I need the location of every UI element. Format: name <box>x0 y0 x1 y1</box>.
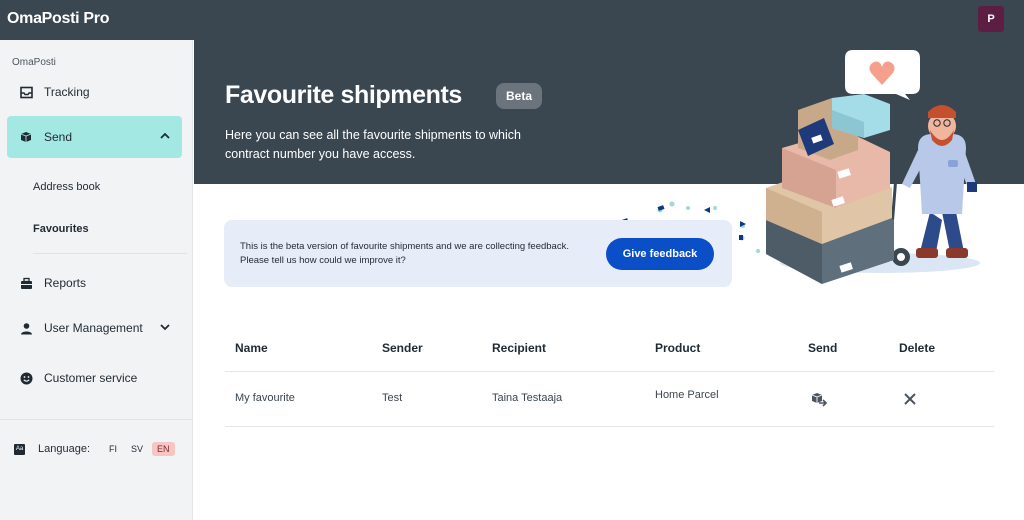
parcel-icon <box>19 130 33 144</box>
page-title: Favourite shipments <box>225 81 462 109</box>
feedback-banner: This is the beta version of favourite sh… <box>224 220 732 287</box>
sidebar-subitem-address-book[interactable]: Address book <box>33 181 100 193</box>
beta-badge: Beta <box>496 83 543 109</box>
feedback-message: This is the beta version of favourite sh… <box>240 241 569 266</box>
sidebar-divider <box>0 419 193 420</box>
send-shipment-icon[interactable] <box>810 390 828 408</box>
sidebar: OmaPosti Tracking Send Address book Favo… <box>0 40 193 520</box>
favourites-table: Name Sender Recipient Product Send Delet… <box>225 333 994 427</box>
user-avatar[interactable]: P <box>978 6 1004 32</box>
cell-name: My favourite <box>235 392 295 404</box>
page-description: Here you can see all the favourite shipm… <box>225 128 521 161</box>
column-header-recipient: Recipient <box>492 341 547 355</box>
column-header-send: Send <box>808 341 838 355</box>
app-logo[interactable]: OmaPosti Pro <box>7 10 110 28</box>
sidebar-item-label: Send <box>44 130 73 144</box>
sidebar-item-reports[interactable]: Reports <box>7 262 182 304</box>
sidebar-divider <box>33 253 187 254</box>
sidebar-item-label: Customer service <box>44 371 138 385</box>
language-label: Language: <box>38 443 90 455</box>
inbox-icon <box>19 85 33 99</box>
table-header: Name Sender Recipient Product Send Delet… <box>225 333 994 372</box>
column-header-sender: Sender <box>382 341 423 355</box>
language-option-fi[interactable]: FI <box>104 442 122 456</box>
sidebar-item-customer-service[interactable]: Customer service <box>7 357 182 399</box>
sidebar-item-label: User Management <box>44 321 143 335</box>
cell-product: Home Parcel <box>655 389 719 401</box>
sidebar-item-label: Tracking <box>44 85 90 99</box>
sidebar-item-send[interactable]: Send <box>7 116 182 158</box>
sidebar-item-tracking[interactable]: Tracking <box>7 71 182 113</box>
table-row: My favourite Test Taina Testaaja Home Pa… <box>225 372 994 427</box>
sidebar-item-user-management[interactable]: User Management <box>7 307 182 349</box>
language-option-en[interactable]: EN <box>152 442 175 456</box>
chevron-up-icon[interactable] <box>158 129 172 143</box>
cell-sender: Test <box>382 392 403 404</box>
column-header-product: Product <box>655 341 701 355</box>
column-header-delete: Delete <box>899 341 936 355</box>
delete-icon[interactable] <box>904 393 916 405</box>
language-option-sv[interactable]: SV <box>126 442 148 456</box>
top-bar: OmaPosti Pro P <box>0 0 1024 40</box>
cell-recipient: Taina Testaaja <box>492 392 563 404</box>
language-switcher: Aa Language: FI SV EN <box>14 440 175 458</box>
give-feedback-button[interactable]: Give feedback <box>606 238 714 270</box>
language-icon: Aa <box>14 443 25 455</box>
chevron-down-icon[interactable] <box>158 320 172 334</box>
user-icon <box>19 321 33 335</box>
sidebar-section-label: OmaPosti <box>12 57 56 68</box>
sidebar-subitem-favourites[interactable]: Favourites <box>33 223 89 235</box>
briefcase-icon <box>19 276 33 290</box>
column-header-name: Name <box>235 341 268 355</box>
smile-icon <box>19 371 33 385</box>
sidebar-item-label: Reports <box>44 276 87 290</box>
